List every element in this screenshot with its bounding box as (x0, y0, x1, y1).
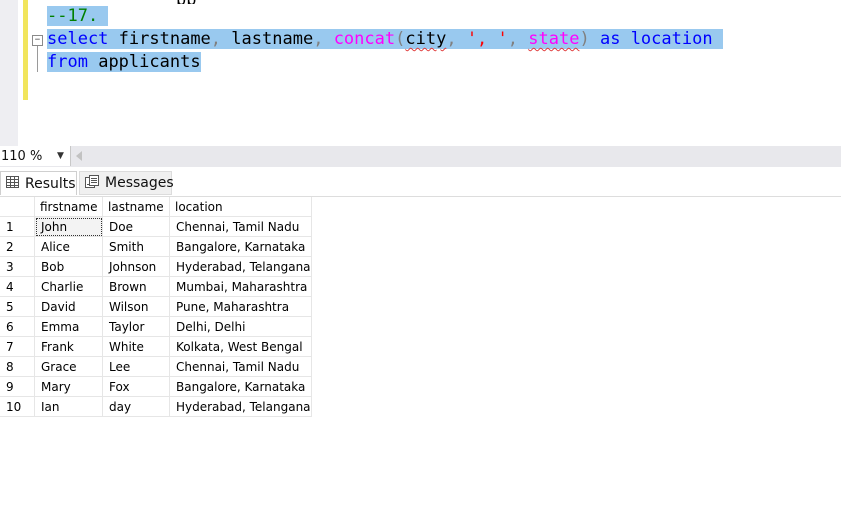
sql-paren-open: ( (395, 29, 406, 49)
table-cell[interactable]: Delhi, Delhi (169, 316, 312, 337)
table-cell[interactable]: Chennai, Tamil Nadu (169, 356, 312, 377)
table-cell[interactable]: Bob (34, 256, 103, 277)
table-row[interactable]: 8 Grace Lee Chennai, Tamil Nadu (0, 356, 312, 377)
table-cell[interactable]: Bangalore, Karnataka (169, 236, 312, 257)
sql-alias-location: location (630, 29, 713, 49)
table-cell[interactable]: Emma (34, 316, 103, 337)
clipped-previous-line: pp (176, 0, 236, 4)
grid-header-row: firstname lastname location (0, 197, 312, 217)
tab-results[interactable]: Results (0, 171, 77, 195)
sql-keyword-as: as (599, 29, 621, 49)
table-cell[interactable]: Mary (34, 376, 103, 397)
table-cell[interactable]: Frank (34, 336, 103, 357)
table-cell[interactable]: Hyderabad, Telangana (169, 396, 312, 417)
table-cell[interactable]: John (34, 216, 103, 237)
sql-column-firstname: firstname (118, 29, 211, 49)
grid-icon (6, 175, 19, 192)
row-number-cell[interactable]: 5 (0, 296, 35, 317)
table-cell[interactable]: Bangalore, Karnataka (169, 376, 312, 397)
table-row[interactable]: 7 Frank White Kolkata, West Bengal (0, 336, 312, 357)
row-number-cell[interactable]: 10 (0, 396, 35, 417)
table-cell[interactable]: Hyderabad, Telangana (169, 256, 312, 277)
table-cell[interactable]: Charlie (34, 276, 103, 297)
table-cell[interactable]: Grace (34, 356, 103, 377)
table-cell[interactable]: White (102, 336, 170, 357)
collapse-toggle-icon[interactable]: − (32, 35, 43, 46)
code-line-from[interactable]: from applicants (47, 51, 201, 74)
tab-messages[interactable]: Messages (79, 171, 174, 195)
sql-comma: , (210, 29, 222, 49)
table-row[interactable]: 9 Mary Fox Bangalore, Karnataka (0, 376, 312, 397)
sql-comma: , (313, 29, 324, 49)
sql-comma: , (507, 29, 519, 49)
sql-arg-state: state (528, 29, 580, 49)
sql-column-lastname: lastname (231, 29, 314, 49)
column-header-lastname[interactable]: lastname (102, 197, 170, 217)
row-number-cell[interactable]: 9 (0, 376, 35, 397)
sql-function-concat: concat (333, 29, 396, 49)
table-cell[interactable]: Mumbai, Maharashtra (169, 276, 312, 297)
table-cell[interactable]: Doe (102, 216, 170, 237)
sql-keyword-select: select (47, 29, 109, 49)
row-number-cell[interactable]: 1 (0, 216, 35, 237)
sql-keyword-from: from (47, 52, 88, 72)
table-row[interactable]: 6 Emma Taylor Delhi, Delhi (0, 316, 312, 337)
table-cell[interactable]: Johnson (102, 256, 170, 277)
editor-gutter (0, 0, 18, 146)
column-header-location[interactable]: location (169, 197, 312, 217)
row-number-cell[interactable]: 7 (0, 336, 35, 357)
change-tracking-bar (23, 0, 28, 100)
column-header-firstname[interactable]: firstname (34, 197, 103, 217)
table-cell[interactable]: Ian (34, 396, 103, 417)
messages-icon (85, 174, 99, 192)
table-row[interactable]: 4 Charlie Brown Mumbai, Maharashtra (0, 276, 312, 297)
table-cell[interactable]: Pune, Maharashtra (169, 296, 312, 317)
table-row[interactable]: 3 Bob Johnson Hyderabad, Telangana (0, 256, 312, 277)
fold-guide-line (37, 46, 38, 72)
code-line-select[interactable]: select firstname, lastname, concat(city,… (47, 28, 723, 51)
tab-messages-label: Messages (105, 175, 174, 191)
table-cell[interactable]: Taylor (102, 316, 170, 337)
table-cell[interactable]: Lee (102, 356, 170, 377)
sql-comma: , (446, 29, 457, 49)
table-cell[interactable]: Smith (102, 236, 170, 257)
table-row[interactable]: 10 Ian day Hyderabad, Telangana (0, 396, 312, 417)
table-cell[interactable]: Chennai, Tamil Nadu (169, 216, 312, 237)
table-cell[interactable]: Kolkata, West Bengal (169, 336, 312, 357)
sql-table-applicants: applicants (98, 52, 201, 72)
row-number-cell[interactable]: 8 (0, 356, 35, 377)
tab-results-label: Results (25, 175, 76, 192)
sql-arg-city: city (405, 29, 447, 49)
table-cell[interactable]: Fox (102, 376, 170, 397)
column-header-rownum[interactable] (0, 197, 35, 217)
scroll-left-arrow-icon[interactable] (76, 151, 82, 161)
code-line-comment[interactable]: --17. (47, 5, 109, 28)
table-cell[interactable]: Alice (34, 236, 103, 257)
query-editor[interactable]: pp − --17. select firstname, lastname, c… (0, 0, 841, 146)
table-row[interactable]: 1 John Doe Chennai, Tamil Nadu (0, 216, 312, 237)
zoom-dropdown[interactable]: 110 % ▼ (0, 146, 71, 166)
row-number-cell[interactable]: 6 (0, 316, 35, 337)
table-cell[interactable]: Wilson (102, 296, 170, 317)
table-row[interactable]: 2 Alice Smith Bangalore, Karnataka (0, 236, 312, 257)
row-number-cell[interactable]: 2 (0, 236, 35, 257)
editor-status-strip: 110 % ▼ (0, 146, 841, 167)
table-row[interactable]: 5 David Wilson Pune, Maharashtra (0, 296, 312, 317)
chevron-down-icon[interactable]: ▼ (57, 151, 64, 161)
row-number-cell[interactable]: 3 (0, 256, 35, 277)
table-cell[interactable]: David (34, 296, 103, 317)
results-tab-bar: Results Messages (0, 171, 841, 197)
zoom-value: 110 % (1, 148, 43, 164)
sql-comment: --17. (47, 6, 99, 26)
sql-string-literal: ', ' (466, 29, 508, 49)
sql-paren-close: ) (579, 29, 590, 49)
table-cell[interactable]: Brown (102, 276, 170, 297)
results-grid[interactable]: firstname lastname location 1 John Doe Chen… (0, 197, 312, 417)
row-number-cell[interactable]: 4 (0, 276, 35, 297)
table-cell[interactable]: day (102, 396, 170, 417)
